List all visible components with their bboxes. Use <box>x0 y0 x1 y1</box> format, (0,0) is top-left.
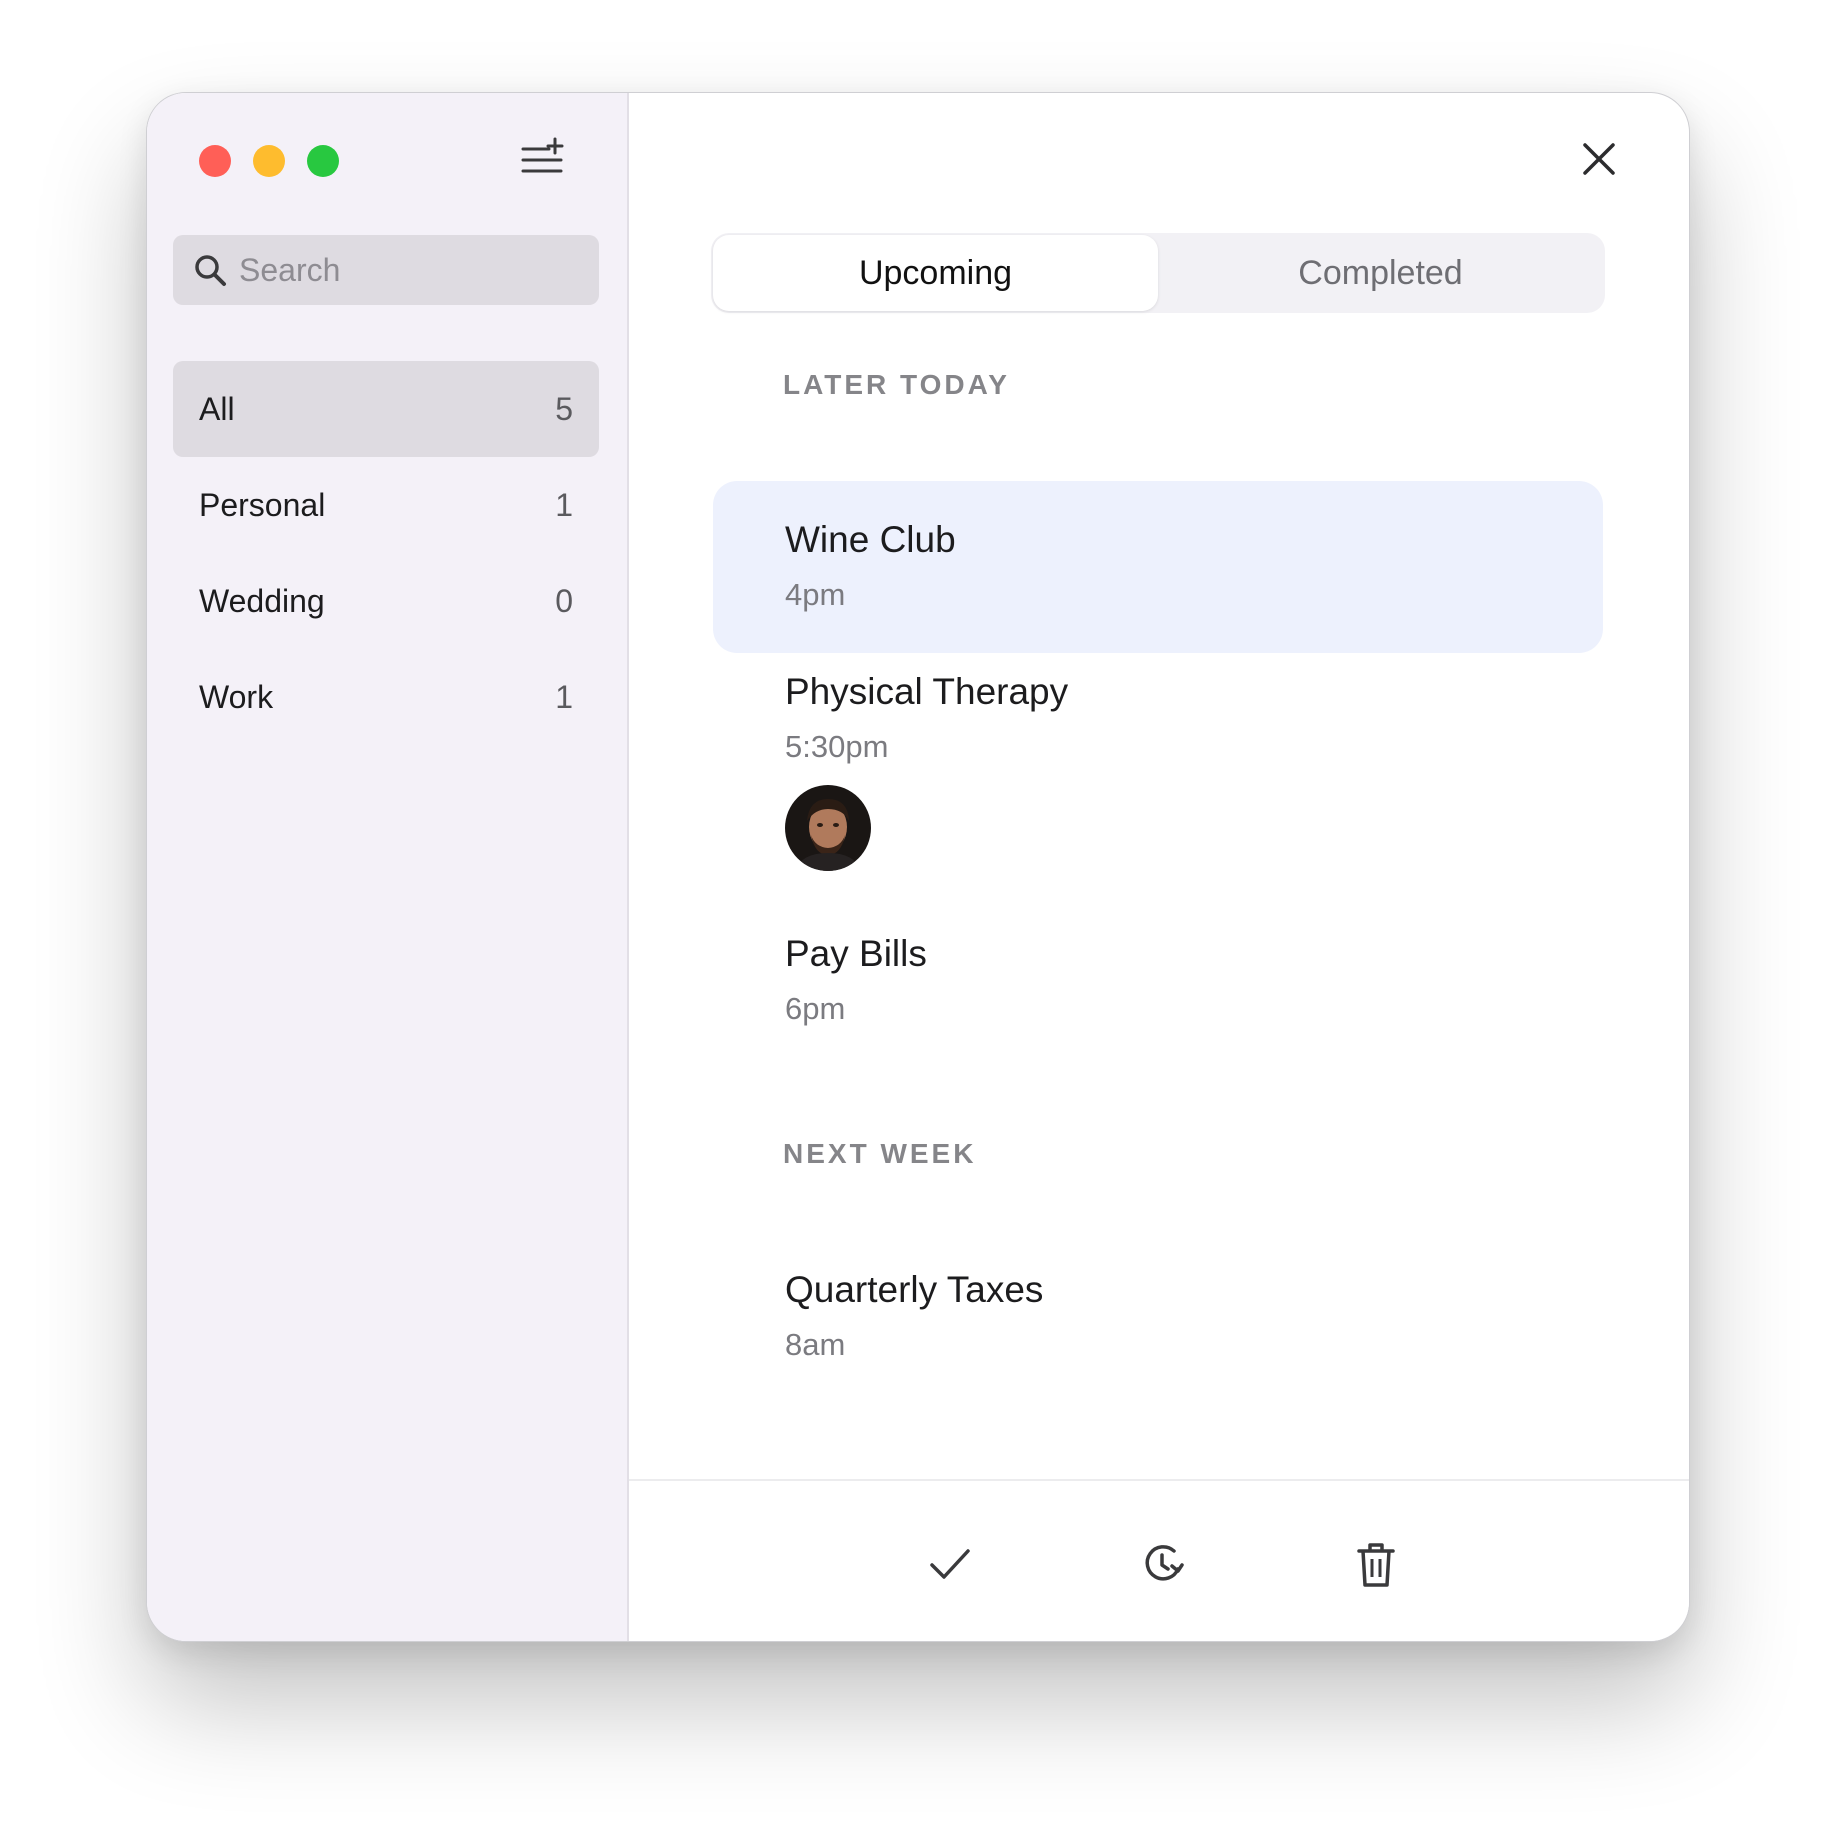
close-window-button[interactable] <box>199 145 231 177</box>
list-label: Work <box>199 678 274 715</box>
avatar <box>785 785 871 871</box>
app-window: All 5 Personal 1 Wedding 0 Work 1 <box>146 92 1690 1642</box>
sidebar-item-wedding[interactable]: Wedding 0 <box>173 553 599 649</box>
search-bar <box>173 235 599 305</box>
sidebar-item-work[interactable]: Work 1 <box>173 649 599 745</box>
reminder-item[interactable]: Pay Bills 6pm <box>713 933 1603 1027</box>
reminder-title: Wine Club <box>785 519 956 560</box>
search-input[interactable] <box>237 250 581 290</box>
reminder-time: 5:30pm <box>785 729 889 764</box>
view-switcher: Upcoming Completed <box>711 233 1605 313</box>
checkmark-icon[interactable] <box>925 1539 975 1589</box>
list-label: Wedding <box>199 582 325 619</box>
section-header-next-week: NEXT WEEK <box>783 1138 977 1169</box>
list-label: Personal <box>199 486 326 523</box>
close-icon[interactable] <box>1579 139 1619 179</box>
reminder-time: 6pm <box>785 991 846 1026</box>
reschedule-icon[interactable] <box>1138 1539 1188 1589</box>
sidebar-item-all[interactable]: All 5 <box>173 361 599 457</box>
list-count: 1 <box>555 678 573 715</box>
reminder-title: Physical Therapy <box>785 671 1069 712</box>
trash-icon[interactable] <box>1351 1539 1401 1589</box>
search-icon <box>193 253 227 287</box>
window-controls <box>199 145 339 177</box>
tab-upcoming[interactable]: Upcoming <box>713 235 1158 311</box>
list-label: All <box>199 390 235 427</box>
list-count: 0 <box>555 582 573 619</box>
tab-completed[interactable]: Completed <box>1158 235 1603 311</box>
reminder-item[interactable]: Quarterly Taxes 8am <box>713 1269 1603 1363</box>
add-list-icon[interactable] <box>521 137 565 177</box>
reminder-title: Pay Bills <box>785 933 927 974</box>
reminder-time: 4pm <box>785 577 846 612</box>
action-toolbar <box>629 1479 1689 1641</box>
minimize-window-button[interactable] <box>253 145 285 177</box>
main-panel: Upcoming Completed LATER TODAY Wine Club… <box>629 93 1689 1641</box>
lists-nav: All 5 Personal 1 Wedding 0 Work 1 <box>173 361 599 745</box>
reminder-title: Quarterly Taxes <box>785 1269 1044 1310</box>
sidebar-item-personal[interactable]: Personal 1 <box>173 457 599 553</box>
zoom-window-button[interactable] <box>307 145 339 177</box>
section-header-later-today: LATER TODAY <box>783 369 1010 400</box>
reminder-item[interactable]: Wine Club 4pm <box>713 481 1603 653</box>
sidebar: All 5 Personal 1 Wedding 0 Work 1 <box>147 93 629 1641</box>
list-count: 5 <box>555 390 573 427</box>
reminder-item[interactable]: Physical Therapy 5:30pm <box>713 671 1603 871</box>
reminder-time: 8am <box>785 1327 846 1362</box>
list-count: 1 <box>555 486 573 523</box>
